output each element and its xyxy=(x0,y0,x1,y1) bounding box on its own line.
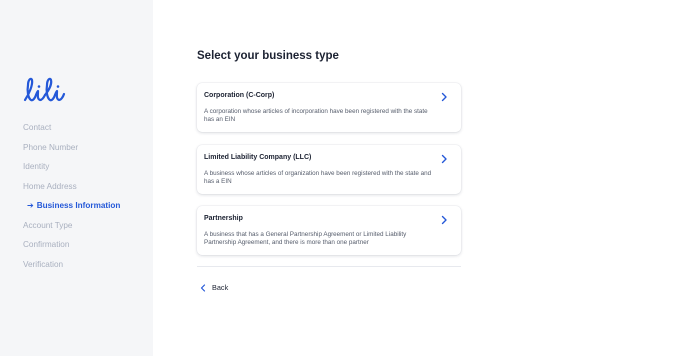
option-title: Limited Liability Company (LLC) xyxy=(204,154,312,161)
nav-item-phone-number[interactable]: Phone Number xyxy=(23,141,120,161)
nav-item-label: Confirmation xyxy=(23,240,70,249)
nav-item-business-information[interactable]: ➔ Business Information xyxy=(23,199,120,219)
nav-item-verification[interactable]: Verification xyxy=(23,258,120,278)
lili-logo xyxy=(22,76,66,106)
option-title: Corporation (C-Corp) xyxy=(204,92,275,99)
option-description: A corporation whose articles of incorpor… xyxy=(204,108,428,124)
page-title: Select your business type xyxy=(197,50,339,62)
nav-item-label: Identity xyxy=(23,162,50,171)
back-label: Back xyxy=(212,283,229,292)
option-description: A business whose articles of organizatio… xyxy=(204,170,432,186)
sidebar: Contact Phone Number Identity Home Addre… xyxy=(0,0,153,356)
nav-item-label: Home Address xyxy=(23,181,77,191)
option-card-partnership[interactable]: Partnership A business that has a Genera… xyxy=(197,206,461,255)
nav-item-account-type[interactable]: Account Type xyxy=(23,219,120,239)
main-content: Select your business type Corporation (C… xyxy=(153,0,688,356)
option-description: A business that has a General Partnershi… xyxy=(204,231,407,247)
onboarding-steps-nav: Contact Phone Number Identity Home Addre… xyxy=(23,121,120,277)
arrow-right-icon: ➔ xyxy=(27,201,34,210)
nav-item-label: Account Type xyxy=(23,220,73,230)
nav-item-contact[interactable]: Contact xyxy=(23,121,120,141)
option-card-llc[interactable]: Limited Liability Company (LLC) A busine… xyxy=(197,145,461,194)
divider xyxy=(197,266,461,267)
lili-logo-wordmark xyxy=(23,77,66,102)
nav-item-confirmation[interactable]: Confirmation xyxy=(23,238,120,258)
page: Contact Phone Number Identity Home Addre… xyxy=(0,0,688,356)
nav-item-label: Contact xyxy=(23,123,52,132)
chevron-right-icon xyxy=(441,215,447,225)
option-card-corporation[interactable]: Corporation (C-Corp) A corporation whose… xyxy=(197,83,461,132)
nav-item-home-address[interactable]: Home Address xyxy=(23,180,120,200)
option-title: Partnership xyxy=(204,215,243,222)
back-button[interactable]: Back xyxy=(200,283,228,292)
nav-item-label: Verification xyxy=(23,259,64,269)
chevron-right-icon xyxy=(441,154,447,164)
chevron-left-icon xyxy=(200,283,206,292)
nav-item-identity[interactable]: Identity xyxy=(23,160,120,180)
nav-item-label: Phone Number xyxy=(23,142,79,152)
nav-item-label: Business Information xyxy=(36,201,121,210)
chevron-right-icon xyxy=(441,92,447,102)
